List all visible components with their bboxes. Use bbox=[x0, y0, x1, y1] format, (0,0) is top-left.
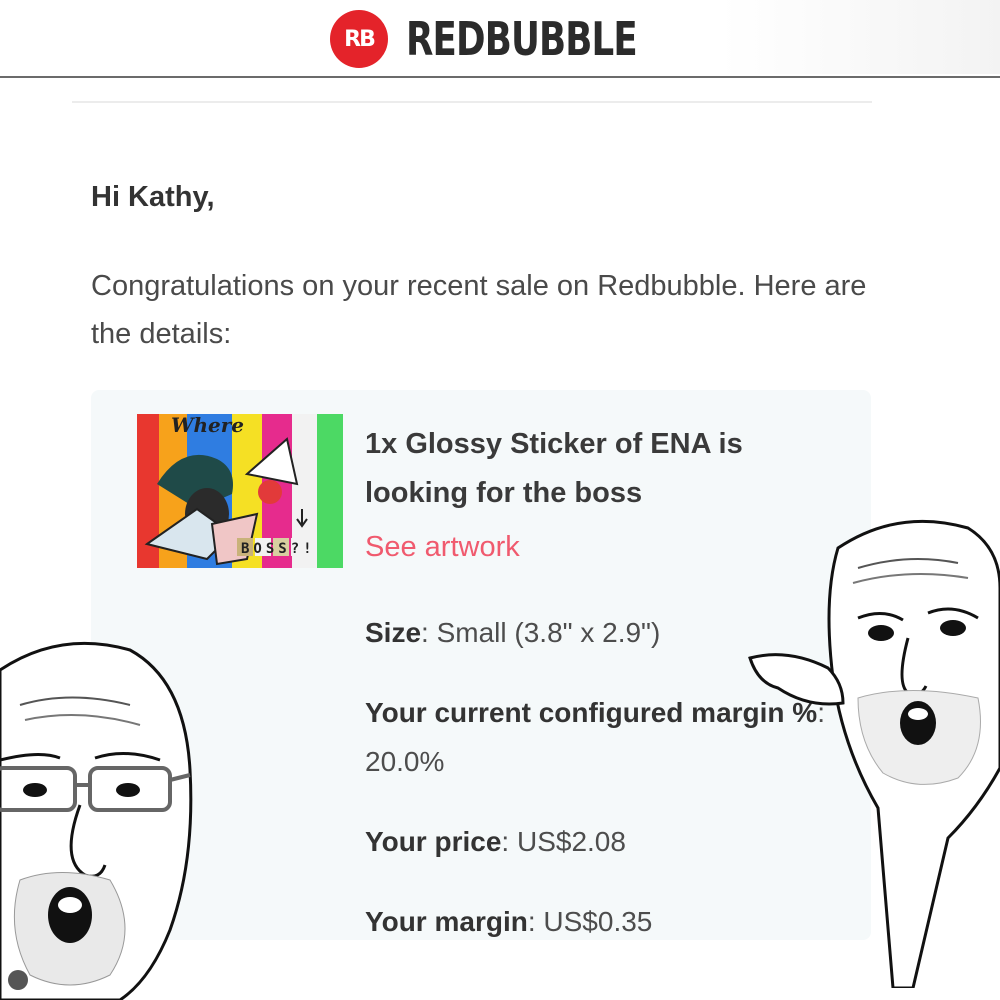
artwork-image: Where BOSS?! bbox=[137, 414, 343, 568]
redbubble-wordmark: REDBUBBLE bbox=[406, 12, 638, 66]
header-fade bbox=[720, 0, 1000, 74]
product-title: 1x Glossy Sticker of ENA is looking for … bbox=[365, 428, 743, 509]
margin-percent-value: 20.0% bbox=[365, 746, 445, 777]
wojak-right-illustration bbox=[748, 519, 1000, 988]
price-value: US$2.08 bbox=[516, 826, 626, 857]
intro-text: Congratulations on your recent sale on R… bbox=[91, 270, 867, 350]
header-divider bbox=[72, 101, 872, 103]
redbubble-logo-icon: RB bbox=[330, 10, 388, 68]
see-artwork-link[interactable]: See artwork bbox=[365, 531, 520, 564]
artwork-text-bottom: BOSS?! bbox=[241, 541, 316, 557]
size-label: Size bbox=[365, 617, 422, 648]
artwork-text-top: Where bbox=[171, 414, 244, 437]
redbubble-logo[interactable]: RB REDBUBBLE bbox=[330, 10, 674, 68]
price-label: Your price bbox=[365, 826, 502, 857]
email-header: RB REDBUBBLE bbox=[0, 0, 1000, 78]
size-value: Small (3.8" x 2.9") bbox=[436, 617, 661, 648]
margin-label: Your margin bbox=[365, 906, 528, 937]
artwork-thumbnail[interactable]: Where BOSS?! bbox=[137, 414, 343, 568]
margin-value: US$0.35 bbox=[543, 906, 653, 937]
greeting: Hi Kathy, bbox=[91, 181, 215, 213]
wojak-left-illustration bbox=[0, 641, 193, 1000]
